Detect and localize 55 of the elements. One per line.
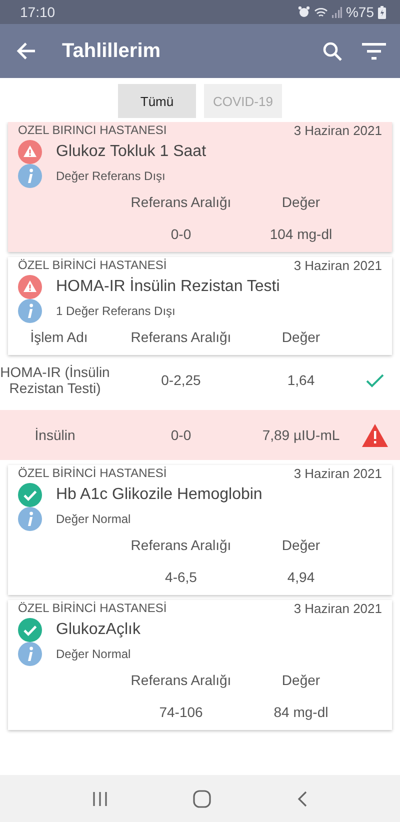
hospital-name: ÖZEL BİRİNCİ HASTANESİ <box>18 601 167 616</box>
alarm-icon <box>298 6 310 18</box>
battery-icon <box>378 6 386 18</box>
column-header: Değer <box>280 672 322 688</box>
reference-range: 4-6,5 <box>164 569 198 585</box>
hospital-name: ÖZEL BİRİNCİ HASTANESİ <box>18 466 167 481</box>
wifi-icon <box>314 6 328 18</box>
reference-range: 74-106 <box>158 704 204 720</box>
signal-icon <box>332 6 342 18</box>
reference-range: 0-2,25 <box>160 372 202 388</box>
result-summary: Değer Normal <box>56 512 131 526</box>
test-name: Glukoz Tokluk 1 Saat <box>56 143 206 161</box>
column-header: Referans Aralığı <box>130 672 232 688</box>
info-icon <box>18 507 42 531</box>
hospital-name: OZEL BIRINCI HASTANESI <box>18 123 167 138</box>
result-value: 4,94 <box>286 569 316 585</box>
search-icon[interactable] <box>323 42 342 60</box>
column-header: İşlem Adı <box>29 329 89 345</box>
result-date: 3 Haziran 2021 <box>294 258 382 273</box>
test-name: HOMA-IR İnsülin Rezistan Testi <box>56 278 280 296</box>
test-name: GlukozAçlık <box>56 621 140 639</box>
filter-tab[interactable]: Tümü <box>118 84 196 118</box>
reference-range: 0-0 <box>170 226 192 242</box>
home-icon[interactable] <box>192 790 211 808</box>
test-name: HOMA-IR (İnsülin Rezistan Testi) <box>0 364 110 396</box>
column-header: Referans Aralığı <box>130 537 232 553</box>
battery-percent: %75 <box>346 4 374 20</box>
info-icon <box>18 642 42 666</box>
reference-range: 0-0 <box>170 427 192 443</box>
info-icon <box>18 164 42 188</box>
result-value: 7,89 µIU-mL <box>261 427 341 443</box>
column-header: Referans Aralığı <box>130 194 232 210</box>
info-icon <box>18 299 42 323</box>
back-icon[interactable] <box>296 790 308 806</box>
result-date: 3 Haziran 2021 <box>294 466 382 481</box>
result-value: 104 mg-dl <box>268 226 334 242</box>
result-summary: Değer Referans Dışı <box>56 169 166 183</box>
hospital-name: ÖZEL BİRİNCİ HASTANESİ <box>18 258 167 273</box>
test-name: Hb A1c Glikozile Hemoglobin <box>56 486 262 504</box>
filter-icon[interactable] <box>362 42 386 60</box>
test-name: İnsülin <box>34 427 76 443</box>
page-title: Tahlillerim <box>62 40 162 62</box>
result-value: 1,64 <box>286 372 316 388</box>
column-header: Değer <box>280 537 322 553</box>
column-header: Referans Aralığı <box>130 329 232 345</box>
back-arrow-icon[interactable] <box>16 42 36 60</box>
result-value: 84 mg-dl <box>272 704 330 720</box>
result-date: 3 Haziran 2021 <box>294 123 382 138</box>
column-header: Değer <box>280 194 322 210</box>
status-time: 17:10 <box>20 4 56 20</box>
column-header: Değer <box>280 329 322 345</box>
result-date: 3 Haziran 2021 <box>294 601 382 616</box>
recent-apps-icon[interactable] <box>92 790 108 806</box>
result-summary: 1 Değer Referans Dışı <box>56 304 176 318</box>
result-summary: Değer Normal <box>56 647 131 661</box>
